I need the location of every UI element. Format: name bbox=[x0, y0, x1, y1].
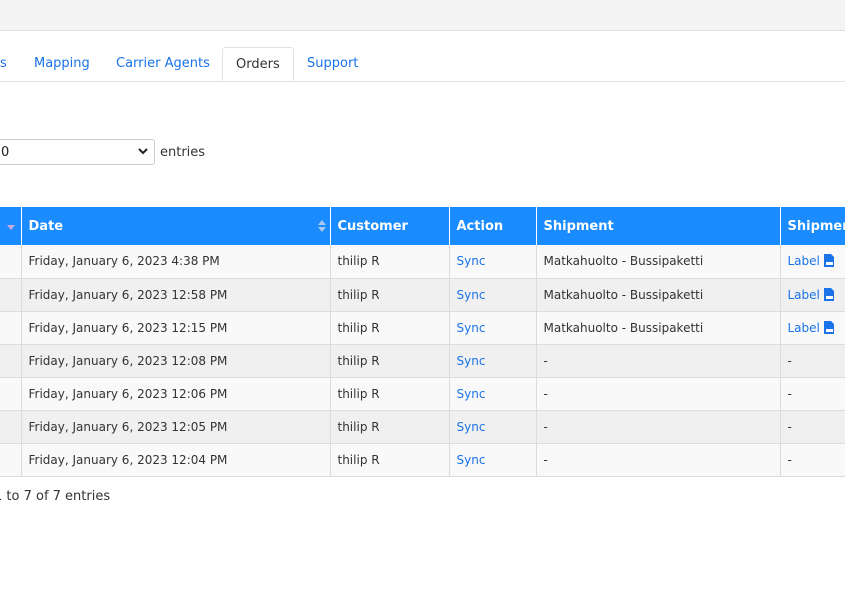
table-row: Friday, January 6, 2023 12:15 PM thilip … bbox=[0, 311, 845, 345]
sync-link[interactable]: Sync bbox=[457, 354, 486, 368]
column-header-label: Date bbox=[28, 218, 64, 234]
row-cell-first bbox=[0, 377, 22, 411]
date-cell: Friday, January 6, 2023 12:08 PM bbox=[21, 344, 331, 378]
customer-cell: thilip R bbox=[330, 278, 450, 312]
column-header-customer[interactable]: Customer bbox=[330, 207, 450, 245]
entries-label: entries bbox=[160, 145, 206, 160]
table-row: Friday, January 6, 2023 4:38 PM thilip R… bbox=[0, 245, 845, 279]
sync-link[interactable]: Sync bbox=[457, 420, 486, 434]
tab-partial[interactable]: s bbox=[0, 47, 7, 80]
table-info: 1 to 7 of 7 entries bbox=[0, 489, 111, 504]
customer-cell: thilip R bbox=[330, 443, 450, 477]
date-cell: Friday, January 6, 2023 4:38 PM bbox=[21, 245, 331, 279]
label-link[interactable]: Label bbox=[788, 254, 820, 268]
column-header-label: Action bbox=[456, 218, 504, 234]
shipment-cell: - bbox=[536, 344, 781, 378]
label-cell: - bbox=[780, 377, 845, 411]
shipment-cell: Matkahuolto - Bussipaketti bbox=[536, 311, 781, 345]
label-cell: - bbox=[780, 344, 845, 378]
customer-cell: thilip R bbox=[330, 245, 450, 279]
tab-mapping[interactable]: Mapping bbox=[34, 47, 90, 80]
row-cell-first bbox=[0, 344, 22, 378]
row-cell-first bbox=[0, 245, 22, 279]
customer-cell: thilip R bbox=[330, 311, 450, 345]
chevron-down-icon bbox=[138, 148, 148, 155]
entries-length-value: 0 bbox=[1, 145, 10, 160]
column-header-shipment-label[interactable]: Shipment bbox=[780, 207, 845, 245]
column-header-shipment[interactable]: Shipment bbox=[536, 207, 781, 245]
sync-link[interactable]: Sync bbox=[457, 387, 486, 401]
top-bar bbox=[0, 0, 845, 31]
label-link[interactable]: Label bbox=[788, 288, 820, 302]
orders-table: Date Customer Action Shipment Shipment F… bbox=[0, 207, 845, 477]
sync-link[interactable]: Sync bbox=[457, 288, 486, 302]
column-header-date[interactable]: Date bbox=[21, 207, 331, 245]
tab-orders[interactable]: Orders bbox=[222, 47, 294, 81]
column-header-first[interactable] bbox=[0, 207, 22, 245]
pdf-icon[interactable] bbox=[823, 320, 835, 334]
sort-icon bbox=[317, 220, 326, 232]
tab-bar: s Mapping Carrier Agents Orders Support bbox=[0, 47, 845, 82]
date-cell: Friday, January 6, 2023 12:06 PM bbox=[21, 377, 331, 411]
label-link[interactable]: Label bbox=[788, 321, 820, 335]
date-cell: Friday, January 6, 2023 12:15 PM bbox=[21, 311, 331, 345]
row-cell-first bbox=[0, 278, 22, 312]
label-cell: Label bbox=[780, 311, 845, 345]
pdf-icon[interactable] bbox=[823, 287, 835, 301]
customer-cell: thilip R bbox=[330, 344, 450, 378]
shipment-cell: Matkahuolto - Bussipaketti bbox=[536, 245, 781, 279]
table-row: Friday, January 6, 2023 12:05 PM thilip … bbox=[0, 410, 845, 444]
sync-link[interactable]: Sync bbox=[457, 453, 486, 467]
date-cell: Friday, January 6, 2023 12:05 PM bbox=[21, 410, 331, 444]
table-row: Friday, January 6, 2023 12:58 PM thilip … bbox=[0, 278, 845, 312]
row-cell-first bbox=[0, 443, 22, 477]
table-row: Friday, January 6, 2023 12:04 PM thilip … bbox=[0, 443, 845, 477]
tab-support[interactable]: Support bbox=[307, 47, 358, 80]
column-header-label: Shipment bbox=[543, 218, 614, 234]
sync-link[interactable]: Sync bbox=[457, 254, 486, 268]
pdf-icon[interactable] bbox=[823, 254, 835, 268]
sync-link[interactable]: Sync bbox=[457, 321, 486, 335]
label-cell: - bbox=[780, 443, 845, 477]
column-header-label: Shipment bbox=[787, 218, 845, 234]
column-header-action[interactable]: Action bbox=[449, 207, 537, 245]
label-cell: Label bbox=[780, 245, 845, 279]
customer-cell: thilip R bbox=[330, 377, 450, 411]
date-cell: Friday, January 6, 2023 12:04 PM bbox=[21, 443, 331, 477]
table-header-row: Date Customer Action Shipment Shipment bbox=[0, 207, 845, 245]
table-row: Friday, January 6, 2023 12:08 PM thilip … bbox=[0, 344, 845, 378]
date-cell: Friday, January 6, 2023 12:58 PM bbox=[21, 278, 331, 312]
shipment-cell: - bbox=[536, 410, 781, 444]
sort-desc-icon bbox=[6, 225, 15, 230]
label-cell: Label bbox=[780, 278, 845, 312]
shipment-cell: - bbox=[536, 377, 781, 411]
column-header-label: Customer bbox=[337, 218, 408, 234]
tab-carrier-agents[interactable]: Carrier Agents bbox=[116, 47, 210, 80]
entries-length-select[interactable]: 0 bbox=[0, 139, 155, 165]
customer-cell: thilip R bbox=[330, 410, 450, 444]
shipment-cell: - bbox=[536, 443, 781, 477]
label-cell: - bbox=[780, 410, 845, 444]
row-cell-first bbox=[0, 311, 22, 345]
row-cell-first bbox=[0, 410, 22, 444]
shipment-cell: Matkahuolto - Bussipaketti bbox=[536, 278, 781, 312]
table-row: Friday, January 6, 2023 12:06 PM thilip … bbox=[0, 377, 845, 411]
